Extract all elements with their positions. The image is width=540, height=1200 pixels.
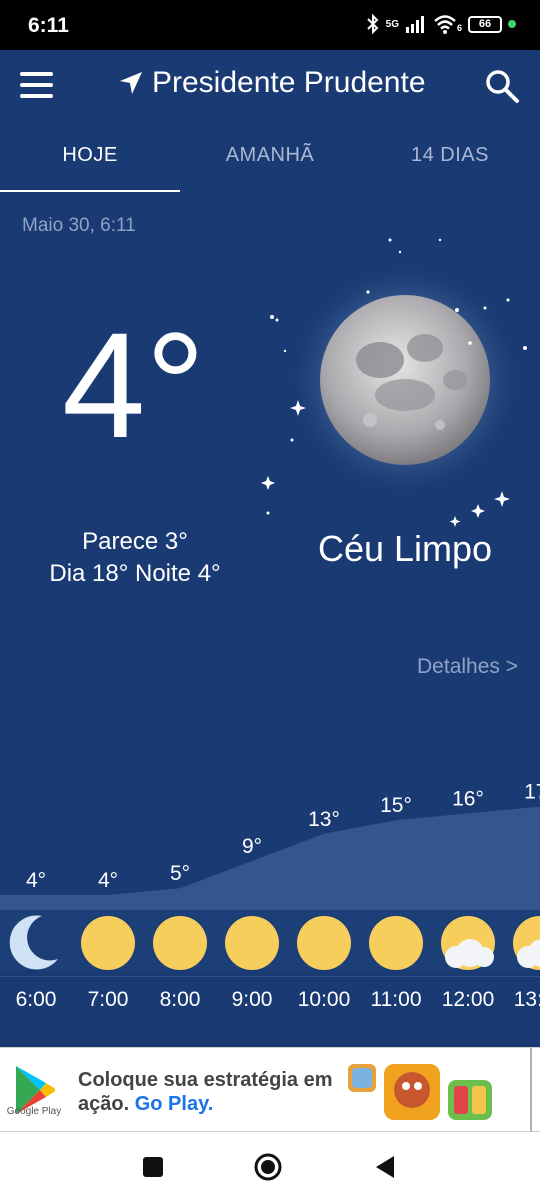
- menu-button[interactable]: [20, 72, 54, 98]
- hour-label: 13:00: [513, 988, 540, 1011]
- current-temperature: 4°: [62, 301, 206, 469]
- search-icon[interactable]: [484, 68, 520, 104]
- sun-icon: [369, 916, 423, 970]
- system-nav-bar: [0, 1132, 540, 1200]
- hourly-time-labels: 6:00 7:00 8:00 9:00 10:00 11:00 12:00 13:00: [0, 988, 540, 1028]
- hourly-temp-label: 4°: [26, 869, 46, 892]
- hour-label: 7:00: [87, 988, 129, 1011]
- hourly-temperature-chart: 4° 4° 5° 9° 13° 15° 16° 17°: [0, 781, 540, 970]
- bluetooth-icon: [366, 14, 379, 34]
- hamburger-menu-icon-bar: [20, 83, 53, 87]
- chart-divider: [0, 976, 540, 977]
- status-bar: 6:11 5G 6 66: [0, 0, 540, 50]
- privacy-dot: [508, 20, 516, 28]
- wifi-badge: 6: [456, 23, 462, 33]
- network-type: 5G: [385, 18, 399, 30]
- sun-icon: [81, 916, 135, 970]
- hamburger-menu-icon: [20, 72, 53, 76]
- hourly-temp-label: 16°: [452, 787, 484, 810]
- city-name: Presidente Prudente: [152, 66, 426, 99]
- hour-label: 11:00: [370, 988, 422, 1011]
- hour-label: 10:00: [297, 988, 351, 1011]
- details-link[interactable]: Detalhes >: [417, 655, 518, 679]
- day-night-temps: Dia 18° Noite 4°: [49, 560, 221, 587]
- current-date: Maio 30, 6:11: [22, 215, 136, 236]
- hour-label: 8:00: [159, 988, 201, 1011]
- wifi-icon: [434, 15, 456, 34]
- hamburger-menu-icon-bar: [20, 94, 53, 98]
- hourly-temp-label: 15°: [380, 794, 412, 817]
- location-selector[interactable]: Presidente Prudente: [118, 66, 426, 100]
- hour-label: 6:00: [15, 988, 57, 1011]
- signal-icon: [405, 16, 424, 33]
- hourly-temp-label: 13°: [308, 808, 340, 831]
- weather-condition: Céu Limpo: [317, 528, 493, 569]
- home-icon[interactable]: [253, 1152, 283, 1182]
- ad-banner[interactable]: Google Play Coloque sua estratégia em aç…: [0, 1047, 540, 1132]
- back-icon[interactable]: [370, 1152, 400, 1182]
- store-label: Google Play: [6, 1106, 62, 1117]
- status-time: 6:11: [28, 14, 69, 37]
- battery-level: 66: [478, 18, 492, 30]
- battery-indicator: 66: [468, 15, 502, 33]
- app-bar: Presidente Prudente: [0, 50, 540, 122]
- ad-cta[interactable]: Go Play.: [135, 1093, 214, 1115]
- hourly-temp-label: 5°: [170, 862, 190, 885]
- weather-app: Presidente Prudente HOJE AMANHÃ 14 DIAS …: [0, 50, 540, 1047]
- sun-icon: [153, 916, 207, 970]
- sun-icon: [297, 916, 351, 970]
- hour-label: 12:00: [441, 988, 495, 1011]
- tab-14-days[interactable]: 14 DIAS: [360, 144, 540, 167]
- location-arrow-icon: [120, 72, 142, 94]
- hourly-temp-label: 4°: [98, 869, 118, 892]
- sun-cloud-icon: [441, 916, 495, 970]
- ad-app-icons: [348, 1064, 492, 1120]
- status-icons: 5G 6 66: [366, 14, 516, 34]
- tab-today[interactable]: HOJE: [0, 144, 180, 167]
- hourly-temp-label: 17°: [524, 781, 540, 804]
- hourly-temp-label: 9°: [242, 835, 262, 858]
- sun-icon: [225, 916, 279, 970]
- recents-icon[interactable]: [138, 1152, 168, 1182]
- tab-tomorrow[interactable]: AMANHÃ: [180, 144, 360, 167]
- ad-headline[interactable]: Coloque sua estratégia em ação. Go Play.: [78, 1068, 348, 1116]
- ad-border: [530, 1048, 532, 1132]
- tab-indicator: [0, 190, 180, 192]
- feels-like: Parece 3°: [82, 528, 188, 555]
- full-moon-icon: [261, 238, 527, 527]
- day-tabs: HOJE AMANHÃ 14 DIAS: [0, 134, 540, 194]
- hour-label: 9:00: [231, 988, 273, 1011]
